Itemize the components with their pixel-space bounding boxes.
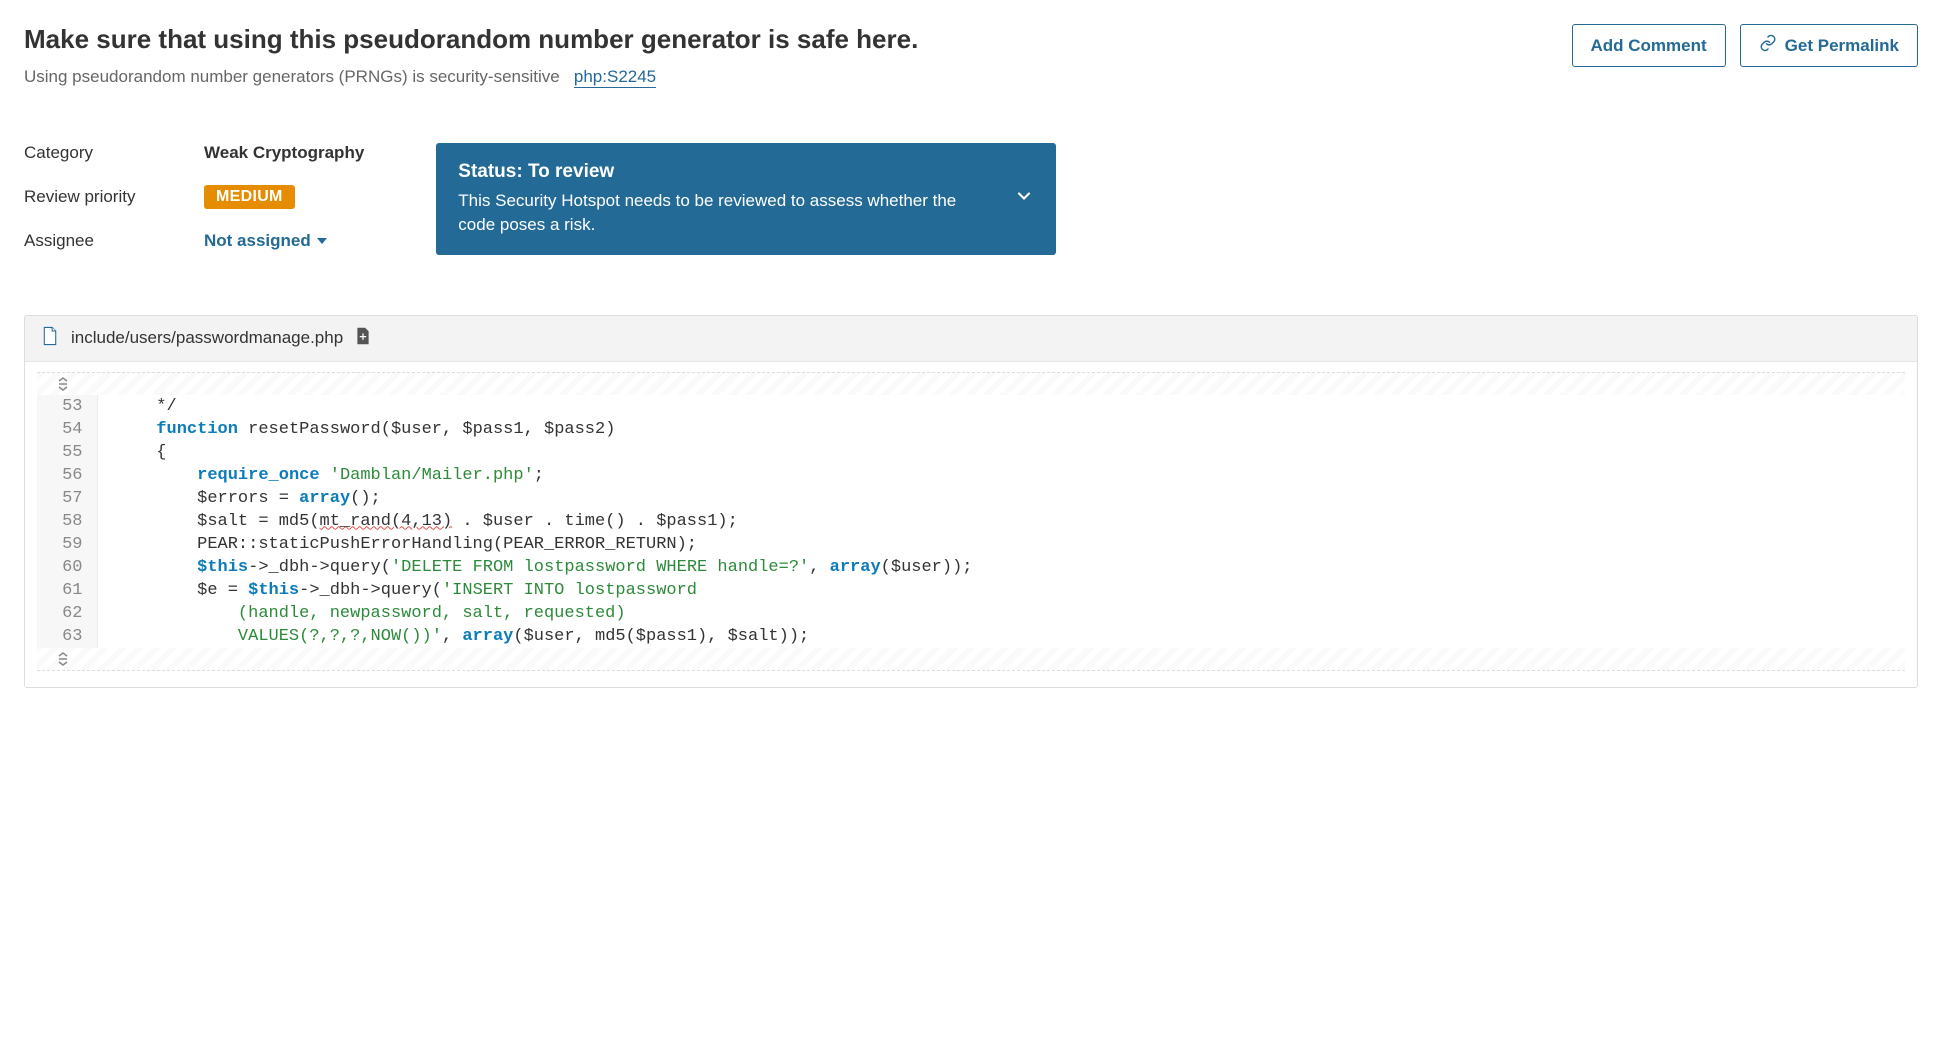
priority-badge: MEDIUM bbox=[204, 185, 295, 209]
line-number: 63 bbox=[37, 625, 97, 648]
assignee-label: Assignee bbox=[24, 231, 204, 251]
category-value: Weak Cryptography bbox=[204, 143, 364, 163]
line-content: PEAR::staticPushErrorHandling(PEAR_ERROR… bbox=[97, 533, 1905, 556]
code-line: 53 */ bbox=[37, 395, 1905, 418]
line-content: */ bbox=[97, 395, 1905, 418]
file-path: include/users/passwordmanage.php bbox=[71, 328, 343, 348]
line-number: 59 bbox=[37, 533, 97, 556]
code-line: 62 (handle, newpassword, salt, requested… bbox=[37, 602, 1905, 625]
code-header: include/users/passwordmanage.php bbox=[25, 316, 1917, 362]
get-permalink-button[interactable]: Get Permalink bbox=[1740, 24, 1918, 67]
expand-above-handle[interactable] bbox=[37, 373, 1905, 395]
chevron-down-icon bbox=[1014, 186, 1034, 211]
line-content: $errors = array(); bbox=[97, 487, 1905, 510]
get-permalink-label: Get Permalink bbox=[1785, 36, 1899, 56]
code-line: 57 $errors = array(); bbox=[37, 487, 1905, 510]
line-number: 54 bbox=[37, 418, 97, 441]
line-content: $e = $this->_dbh->query('INSERT INTO los… bbox=[97, 579, 1905, 602]
line-content: function resetPassword($user, $pass1, $p… bbox=[97, 418, 1905, 441]
code-panel: include/users/passwordmanage.php 53 */54… bbox=[24, 315, 1918, 688]
line-content: $this->_dbh->query('DELETE FROM lostpass… bbox=[97, 556, 1905, 579]
line-content: $salt = md5(mt_rand(4,13) . $user . time… bbox=[97, 510, 1905, 533]
code-line: 54 function resetPassword($user, $pass1,… bbox=[37, 418, 1905, 441]
line-number: 58 bbox=[37, 510, 97, 533]
line-number: 55 bbox=[37, 441, 97, 464]
open-file-icon[interactable] bbox=[355, 327, 371, 350]
add-comment-button[interactable]: Add Comment bbox=[1572, 24, 1726, 67]
add-comment-label: Add Comment bbox=[1591, 36, 1707, 56]
status-description: This Security Hotspot needs to be review… bbox=[458, 189, 994, 237]
code-line: 58 $salt = md5(mt_rand(4,13) . $user . t… bbox=[37, 510, 1905, 533]
assignee-dropdown[interactable]: Not assigned bbox=[204, 231, 364, 251]
line-content: VALUES(?,?,?,NOW())', array($user, md5($… bbox=[97, 625, 1905, 648]
issue-title: Make sure that using this pseudorandom n… bbox=[24, 24, 918, 55]
line-content: (handle, newpassword, salt, requested) bbox=[97, 602, 1905, 625]
line-number: 60 bbox=[37, 556, 97, 579]
line-number: 56 bbox=[37, 464, 97, 487]
rule-link[interactable]: php:S2245 bbox=[574, 67, 656, 88]
code-line: 61 $e = $this->_dbh->query('INSERT INTO … bbox=[37, 579, 1905, 602]
line-number: 61 bbox=[37, 579, 97, 602]
code-line: 60 $this->_dbh->query('DELETE FROM lostp… bbox=[37, 556, 1905, 579]
line-number: 62 bbox=[37, 602, 97, 625]
file-icon bbox=[41, 326, 59, 351]
line-number: 57 bbox=[37, 487, 97, 510]
line-content: require_once 'Damblan/Mailer.php'; bbox=[97, 464, 1905, 487]
code-line: 59 PEAR::staticPushErrorHandling(PEAR_ER… bbox=[37, 533, 1905, 556]
code-table: 53 */54 function resetPassword($user, $p… bbox=[37, 395, 1905, 648]
chevron-down-icon bbox=[317, 238, 327, 244]
assignee-value: Not assigned bbox=[204, 231, 311, 251]
status-title: Status: To review bbox=[458, 161, 994, 183]
priority-label: Review priority bbox=[24, 187, 204, 207]
link-icon bbox=[1759, 34, 1777, 57]
issue-subtitle: Using pseudorandom number generators (PR… bbox=[24, 67, 560, 86]
code-line: 55 { bbox=[37, 441, 1905, 464]
code-line: 56 require_once 'Damblan/Mailer.php'; bbox=[37, 464, 1905, 487]
expand-below-handle[interactable] bbox=[37, 648, 1905, 670]
category-label: Category bbox=[24, 143, 204, 163]
line-number: 53 bbox=[37, 395, 97, 418]
code-line: 63 VALUES(?,?,?,NOW())', array($user, md… bbox=[37, 625, 1905, 648]
status-panel[interactable]: Status: To review This Security Hotspot … bbox=[436, 143, 1056, 255]
line-content: { bbox=[97, 441, 1905, 464]
